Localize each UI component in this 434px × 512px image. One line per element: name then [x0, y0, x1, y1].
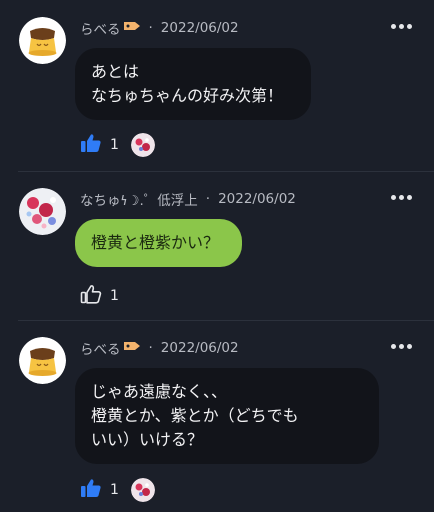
- comment-meta: らべる · 2022/06/02: [80, 18, 239, 38]
- thumbs-up-icon[interactable]: [80, 478, 102, 502]
- comment-item: なちゅ𐓏☽.゜低浮上 · 2022/06/02 橙黄と橙紫かい？ 1: [0, 172, 434, 320]
- avatar-pudding[interactable]: [19, 337, 66, 384]
- more-dot: [399, 344, 404, 349]
- message-bubble: 橙黄と橙紫かい？: [75, 219, 242, 267]
- reactor-avatar[interactable]: [130, 133, 155, 157]
- comment-meta: らべる · 2022/06/02: [80, 338, 239, 358]
- more-dot: [399, 195, 404, 200]
- author-name[interactable]: なちゅ𐓏☽.゜低浮上: [80, 189, 198, 209]
- message-line: いい）いける？: [91, 430, 204, 449]
- separator-dot: ·: [205, 191, 211, 207]
- more-dot: [407, 344, 412, 349]
- more-dots-icon: [391, 344, 396, 349]
- author-name[interactable]: らべる: [80, 18, 121, 38]
- separator-dot: ·: [148, 340, 153, 356]
- tag-icon: [123, 20, 141, 36]
- like-count: 1: [110, 137, 119, 153]
- more-dot: [407, 24, 412, 29]
- comment-thread: らべる · 2022/06/02 あとは なちゅちゃんの好み次第！ 1 なちゅ𐓏…: [0, 0, 434, 512]
- post-date: 2022/06/02: [160, 20, 239, 36]
- comment-meta: なちゅ𐓏☽.゜低浮上 · 2022/06/02: [80, 189, 296, 209]
- more-options-button[interactable]: [391, 344, 412, 349]
- post-date: 2022/06/02: [160, 340, 239, 356]
- post-date: 2022/06/02: [218, 191, 296, 207]
- like-count: 1: [110, 288, 119, 304]
- more-options-button[interactable]: [391, 195, 412, 200]
- message-bubble: あとは なちゅちゃんの好み次第！: [75, 48, 311, 120]
- message-line: なちゅちゃんの好み次第！: [91, 86, 284, 105]
- more-dots-icon: [391, 24, 396, 29]
- separator-dot: ·: [148, 20, 153, 36]
- comment-item: らべる · 2022/06/02 じゃあ遠慮なく、、 橙黄とか、紫とか（どちでも…: [0, 321, 434, 512]
- more-dot: [407, 195, 412, 200]
- more-dots-icon: [391, 195, 396, 200]
- message-bubble: じゃあ遠慮なく、、 橙黄とか、紫とか（どちでも いい）いける？: [75, 368, 379, 464]
- tag-icon: [123, 340, 141, 356]
- more-dot: [399, 24, 404, 29]
- thumbs-up-icon[interactable]: [80, 133, 102, 157]
- message-line: あとは: [91, 62, 140, 81]
- comment-item: らべる · 2022/06/02 あとは なちゅちゃんの好み次第！ 1: [0, 0, 434, 170]
- author-name[interactable]: らべる: [80, 338, 121, 358]
- more-options-button[interactable]: [391, 24, 412, 29]
- reactor-avatar[interactable]: [130, 478, 155, 502]
- message-line: じゃあ遠慮なく、、: [91, 382, 228, 401]
- reactions-bar: 1: [80, 478, 155, 502]
- message-line: 橙黄と橙紫かい？: [91, 233, 220, 252]
- avatar-pudding[interactable]: [19, 17, 66, 64]
- reactions-bar: 1: [80, 133, 155, 157]
- avatar-flowers[interactable]: [19, 188, 66, 235]
- reactions-bar: 1: [80, 284, 119, 308]
- thumbs-up-icon[interactable]: [80, 284, 102, 308]
- message-line: 橙黄とか、紫とか（どちでも: [91, 406, 299, 425]
- like-count: 1: [110, 482, 119, 498]
